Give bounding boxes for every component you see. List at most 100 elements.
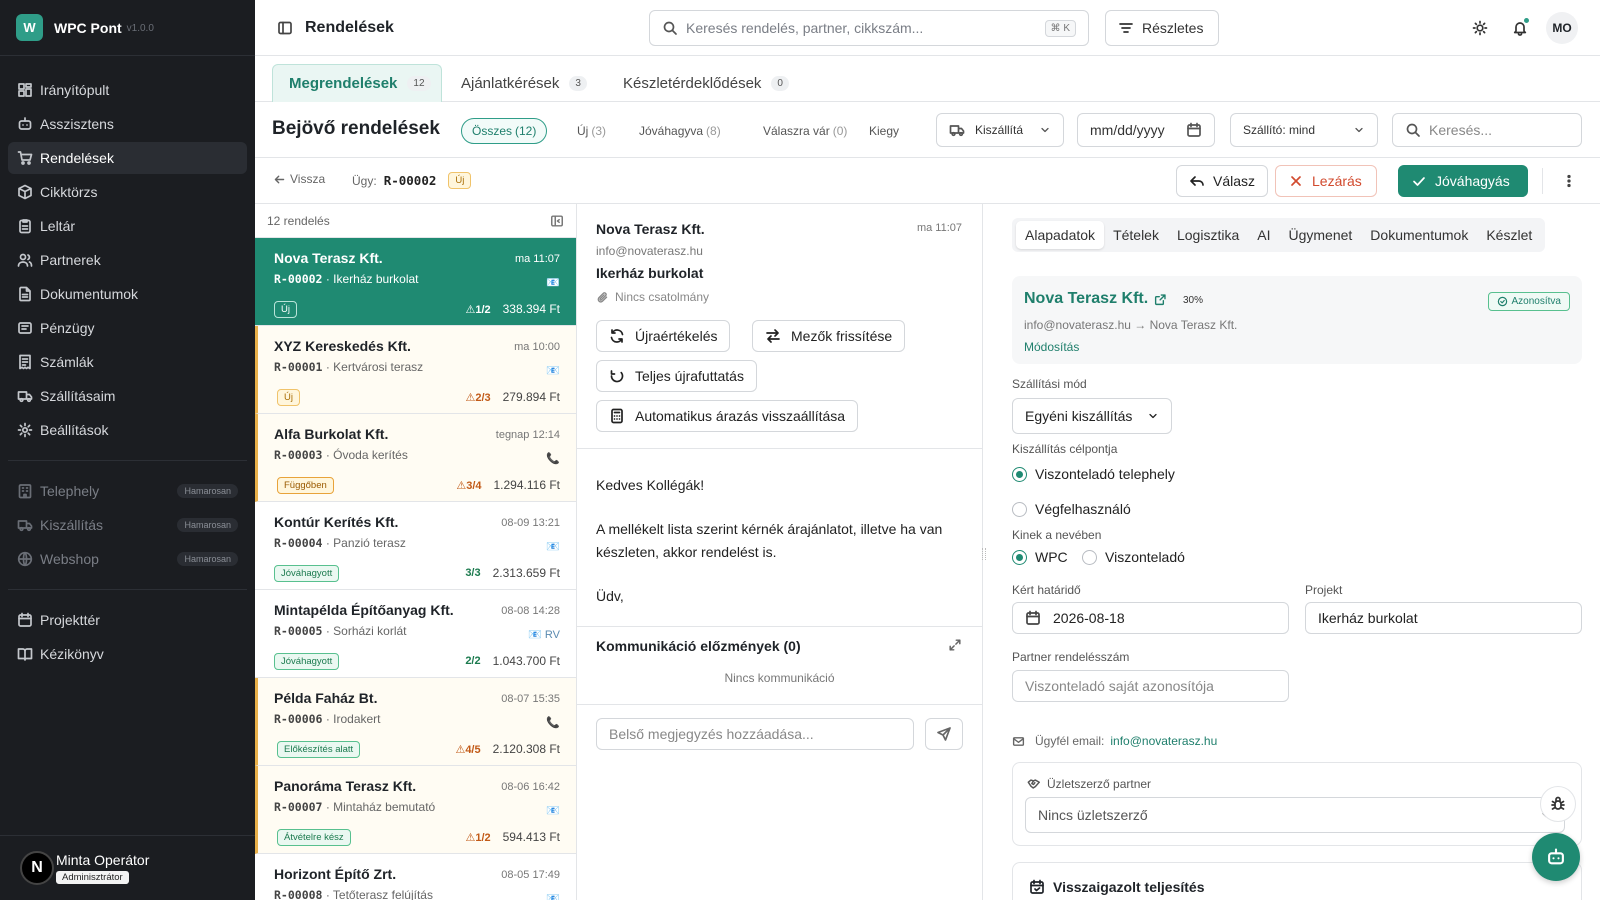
- date-placeholder: mm/dd/yyyy: [1090, 122, 1165, 138]
- avatar: N: [20, 851, 54, 885]
- date-filter-input[interactable]: mm/dd/yyyy: [1077, 113, 1215, 147]
- order-desc: · Sorházi korlát: [325, 624, 407, 638]
- delivery-filter-value: Kiszállítá: [975, 123, 1024, 137]
- filter-chip-all[interactable]: Összes (12): [461, 118, 548, 144]
- more-vertical-icon[interactable]: [1561, 173, 1577, 189]
- warning-count: ⚠3/4: [456, 479, 482, 492]
- modify-partner-link[interactable]: Módosítás: [1024, 340, 1079, 354]
- tab-documents[interactable]: Dokumentumok: [1361, 221, 1477, 249]
- tab-stock[interactable]: Készlet: [1477, 221, 1541, 249]
- tab-logistics[interactable]: Logisztika: [1168, 221, 1248, 249]
- order-row[interactable]: XYZ Kereskedés Kft. ma 10:00 R-00001 · K…: [255, 326, 576, 414]
- order-row[interactable]: Horizont Építő Zrt. 08-05 17:49 R-00008 …: [255, 854, 576, 900]
- order-row[interactable]: Mintapélda Építőanyag Kft. 08-08 14:28 R…: [255, 590, 576, 678]
- delivery-filter-select[interactable]: Kiszállítá: [936, 113, 1064, 147]
- tab-basic-data[interactable]: Alapadatok: [1016, 221, 1105, 249]
- broker-select[interactable]: Nincs üzletszerző: [1025, 797, 1565, 833]
- order-amount: 338.394 Ft: [502, 302, 560, 316]
- order-id: R-00008: [274, 888, 323, 900]
- radio-wpc[interactable]: WPC: [1012, 549, 1068, 565]
- filter-chip-approved[interactable]: Jóváhagyva (8): [639, 118, 721, 144]
- radio-end-user[interactable]: Végfelhasználó: [1012, 501, 1131, 517]
- close-case-button[interactable]: Lezárás: [1275, 165, 1377, 197]
- project-input[interactable]: Ikerház burkolat: [1305, 602, 1582, 634]
- sidebar: W WPC Pont v1.0.0 Irányítópult Assziszte…: [0, 0, 255, 900]
- reply-button[interactable]: Válasz: [1176, 165, 1268, 197]
- sidebar-item-settings[interactable]: Beállítások: [8, 414, 247, 446]
- user-role-badge: Adminisztrátor: [56, 871, 129, 884]
- order-time: 08-09 13:21: [501, 517, 560, 529]
- assistant-fab-button[interactable]: [1532, 833, 1580, 881]
- body-paragraph: Kedves Kollégák!: [596, 477, 705, 493]
- order-id: R-00005: [274, 624, 323, 638]
- partner-name-link[interactable]: Nova Terasz Kft.: [1024, 290, 1167, 308]
- tab-stock-inquiries[interactable]: Készletérdeklődések 0: [607, 64, 805, 102]
- internal-note-input[interactable]: Belső megjegyzés hozzáadása...: [596, 718, 914, 750]
- case-id: R-00002: [383, 173, 437, 188]
- tab-quote-requests[interactable]: Ajánlatkérések 3: [445, 64, 603, 102]
- list-search-input[interactable]: Keresés...: [1392, 113, 1582, 147]
- clipboard-icon: [17, 218, 33, 234]
- bug-report-button[interactable]: [1540, 786, 1576, 822]
- bot-icon: [1546, 847, 1566, 867]
- user-menu-avatar[interactable]: MO: [1546, 12, 1578, 44]
- order-meta: Új ⚠1/2 338.394 Ft: [274, 300, 560, 318]
- sidebar-item-assistant[interactable]: Asszisztens: [8, 108, 247, 140]
- filter-chip-new[interactable]: Új (3): [577, 118, 606, 144]
- approve-button[interactable]: Jóváhagyás: [1398, 165, 1528, 197]
- tab-items[interactable]: Tételek: [1104, 221, 1168, 249]
- user-name: Minta Operátor: [56, 852, 150, 868]
- detail-header: Vissza Ügy: R-00002 Új Válasz Lezárás Jó…: [255, 158, 1600, 204]
- tab-label: Megrendelések: [289, 75, 398, 92]
- sidebar-item-manual[interactable]: Kézikönyv: [8, 638, 247, 670]
- order-row[interactable]: Panoráma Terasz Kft. 08-06 16:42 R-00007…: [255, 766, 576, 854]
- sidebar-toggle-icon[interactable]: [277, 20, 293, 36]
- status-badge: Új: [277, 388, 300, 406]
- order-row[interactable]: Kontúr Kerítés Kft. 08-09 13:21 R-00004 …: [255, 502, 576, 590]
- filter-chip-awaiting-reply[interactable]: Válaszra vár (0): [763, 118, 847, 144]
- global-search-input[interactable]: Keresés rendelés, partner, cikkszám... ⌘…: [649, 10, 1089, 46]
- order-row[interactable]: Nova Terasz Kft. ma 11:07 R-00002 · Iker…: [255, 238, 576, 326]
- advanced-search-button[interactable]: Részletes: [1105, 10, 1219, 46]
- reset-pricing-button[interactable]: Automatikus árazás visszaállítása: [596, 400, 859, 432]
- collapse-panel-icon[interactable]: [550, 214, 564, 228]
- chip-label: Kiegy: [869, 124, 900, 138]
- sidebar-item-partners[interactable]: Partnerek: [8, 244, 247, 276]
- deadline-input[interactable]: 2026-08-18: [1012, 602, 1289, 634]
- filter-bar: Bejövő rendelések Összes (12) Új (3) Jóváh…: [255, 102, 1600, 158]
- order-row[interactable]: Példa Faház Bt. 08-07 15:35 R-00006 · Ir…: [255, 678, 576, 766]
- sidebar-item-articles[interactable]: Cikktörzs: [8, 176, 247, 208]
- note-placeholder: Belső megjegyzés hozzáadása...: [609, 726, 814, 742]
- full-rerun-button[interactable]: Teljes újrafuttatás: [596, 360, 757, 392]
- radio-reseller[interactable]: Viszonteladó: [1082, 549, 1185, 565]
- order-count: 12 rendelés: [267, 213, 330, 228]
- notifications-button[interactable]: [1504, 12, 1536, 44]
- user-profile[interactable]: N Minta Operátor Adminisztrátor: [0, 835, 255, 900]
- filter-chip-more[interactable]: Kiegy: [869, 118, 909, 144]
- carrier-filter-select[interactable]: Szállító: mind: [1230, 113, 1378, 147]
- sidebar-item-finance[interactable]: Pénzügy: [8, 312, 247, 344]
- status-badge: Függőben: [277, 476, 334, 494]
- partner-order-number-input[interactable]: Viszonteladó saját azonosítója: [1012, 670, 1289, 702]
- expand-icon[interactable]: [948, 638, 962, 652]
- radio-reseller-site[interactable]: Viszonteladó telephely: [1012, 466, 1175, 482]
- sidebar-item-my-shipments[interactable]: Szállításaim: [8, 380, 247, 412]
- tab-workflow[interactable]: Ügymenet: [1279, 221, 1361, 249]
- order-id: R-00007: [274, 800, 323, 814]
- tab-orders[interactable]: Megrendelések 12: [272, 64, 442, 102]
- back-button[interactable]: Vissza: [273, 172, 325, 186]
- order-row[interactable]: Alfa Burkolat Kft. tegnap 12:14 R-00003 …: [255, 414, 576, 502]
- refresh-fields-button[interactable]: Mezők frissítése: [752, 320, 906, 352]
- shipping-mode-select[interactable]: Egyéni kiszállítás: [1012, 398, 1172, 434]
- sidebar-item-inventory[interactable]: Leltár: [8, 210, 247, 242]
- customer-email-link[interactable]: info@novaterasz.hu: [1110, 734, 1217, 748]
- tab-ai[interactable]: AI: [1248, 221, 1279, 249]
- sidebar-item-invoices[interactable]: Számlák: [8, 346, 247, 378]
- sidebar-item-project-space[interactable]: Projekttér: [8, 604, 247, 636]
- reevaluate-button[interactable]: Újraértékelés: [596, 320, 731, 352]
- sidebar-item-documents[interactable]: Dokumentumok: [8, 278, 247, 310]
- theme-toggle-button[interactable]: [1464, 12, 1496, 44]
- sidebar-item-orders[interactable]: Rendelések: [8, 142, 247, 174]
- send-note-button[interactable]: [925, 718, 963, 750]
- sidebar-item-dashboard[interactable]: Irányítópult: [8, 74, 247, 106]
